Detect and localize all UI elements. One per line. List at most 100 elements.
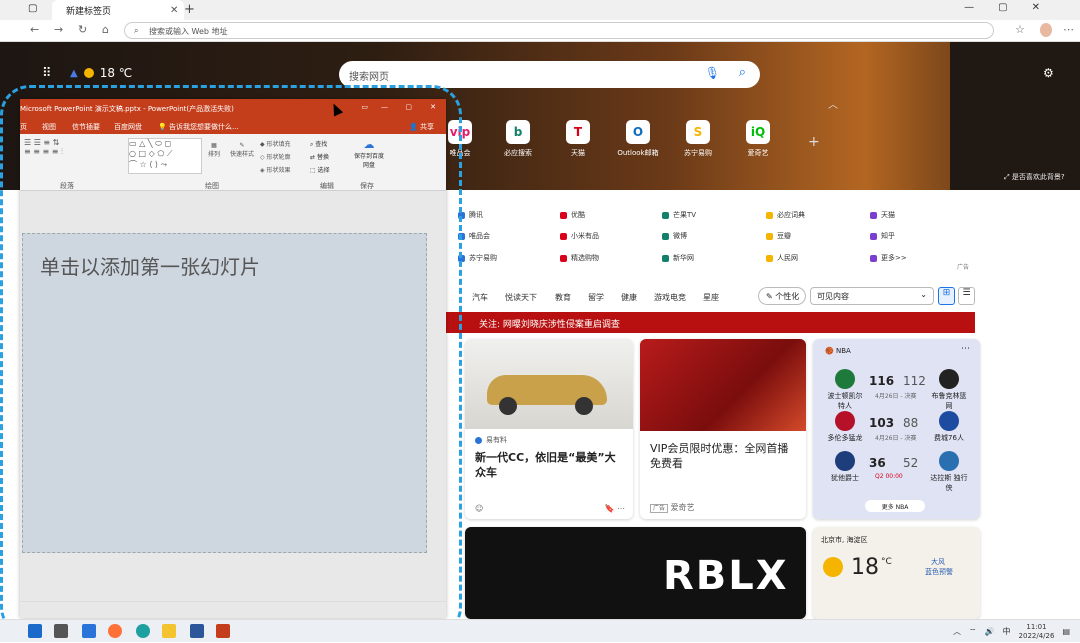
feed-category-tab[interactable]: 健康 (621, 292, 637, 303)
quick-link-label: 天猫 (881, 210, 895, 220)
team-logo-icon (939, 369, 959, 389)
chevron-up-icon[interactable]: ︿ (953, 626, 961, 637)
like-background-link[interactable]: ⤢ 是否喜欢此背景? (1004, 172, 1065, 182)
volume-icon[interactable]: 🔊 (985, 627, 995, 636)
search-input[interactable]: 搜索网页 🎙 ⌕ (339, 61, 760, 88)
forward-icon[interactable]: → (54, 23, 63, 36)
more-icon[interactable]: ⋯ (1063, 23, 1074, 36)
rblx-logo-text: RBLX (663, 553, 789, 599)
search-icon[interactable]: ⌕ (739, 65, 746, 80)
team-name: 犹他爵士 (825, 473, 865, 483)
quick-link[interactable]: 精选购物 (560, 253, 599, 263)
feed-category-tab[interactable]: 教育 (555, 292, 571, 303)
nba-scores-card[interactable]: 🏀 NBA ⋯ 波士顿凯尔特人布鲁克林篮网1161124月26日 - 决赛多伦多… (813, 339, 980, 519)
card-more-icon[interactable]: ⋯ (961, 344, 970, 354)
ime-indicator[interactable]: 中 (1003, 626, 1011, 637)
blue-warning[interactable]: 蓝色预警 (925, 567, 953, 577)
visible-content-select[interactable]: 可见内容 ⌄ (810, 287, 934, 305)
feed-category-tab[interactable]: 汽车 (472, 292, 488, 303)
close-window-icon[interactable]: ✕ (1032, 2, 1040, 13)
maximize-icon[interactable]: ▢ (998, 2, 1007, 13)
news-card-car[interactable]: 易有料 新一代CC，依旧是“最美”大众车 ☺ 🔖 ⋯ (465, 339, 633, 519)
reaction-icon[interactable]: ☺ (475, 504, 483, 513)
notification-icon[interactable]: ▤ (1062, 627, 1070, 636)
quick-link[interactable]: 天猫 (870, 210, 895, 220)
quick-link[interactable]: 芒果TV (662, 210, 696, 220)
widgets-icon[interactable] (82, 624, 96, 638)
link-icon (870, 233, 877, 240)
task-view-icon[interactable] (54, 624, 68, 638)
headline-banner[interactable]: 关注: 网曝刘晓庆涉性侵案重启调查 (445, 312, 975, 333)
quick-link[interactable]: 新华网 (662, 253, 694, 263)
powerpoint-icon[interactable] (216, 624, 230, 638)
shortcut-tile[interactable]: b必应搜索 (488, 120, 548, 158)
word-icon[interactable] (190, 624, 204, 638)
avatar[interactable] (1040, 23, 1052, 37)
card-more-icon[interactable]: ⋯ (617, 504, 625, 513)
nba-game-row[interactable]: 多伦多猛龙费城76人103884月26日 - 决赛 (813, 411, 980, 451)
feed-category-tab[interactable]: 悦读天下 (505, 292, 537, 303)
car-image (465, 339, 633, 429)
quick-link[interactable]: 苏宁易购 (458, 253, 497, 263)
taskbar: ︿ ⌔ 🔊 中 11:01 2022/4/26 ▤ (0, 619, 1080, 642)
gear-icon[interactable]: ⚙ (1043, 66, 1054, 80)
ad-card-vip[interactable]: VIP会员限时优惠：全网首播免费看 广告 爱奇艺 (640, 339, 806, 519)
game-status: 4月26日 - 决赛 (875, 391, 916, 400)
quick-link[interactable]: 豆瓣 (766, 231, 791, 241)
source-icon (475, 437, 482, 444)
new-tab-button[interactable]: + (184, 2, 195, 17)
start-icon[interactable] (28, 624, 42, 638)
edge-icon[interactable] (136, 624, 150, 638)
favorites-icon[interactable]: ☆ (1015, 23, 1025, 36)
quick-link[interactable]: 优酷 (560, 210, 585, 220)
wind-alert[interactable]: 大风 (931, 557, 945, 567)
tab-new-tab[interactable]: 新建标签页 ✕ (52, 0, 184, 20)
bookmark-icon[interactable]: 🔖 (604, 504, 614, 513)
quick-link[interactable]: 更多>> (870, 253, 907, 263)
feed-category-tab[interactable]: 星座 (703, 292, 719, 303)
add-tile-button[interactable]: + (808, 134, 820, 150)
quick-link[interactable]: 小米有品 (560, 231, 599, 241)
quick-link[interactable]: 微博 (662, 231, 687, 241)
network-icon[interactable]: ⌔ (969, 627, 977, 637)
chevron-up-icon[interactable]: ︿ (828, 96, 838, 111)
clock-time: 11:01 (1019, 623, 1055, 632)
feed-category-tab[interactable]: 留学 (588, 292, 604, 303)
quick-link[interactable]: 必应词典 (766, 210, 805, 220)
feed-category-tab[interactable]: 游戏电竞 (654, 292, 686, 303)
refresh-icon[interactable]: ↻ (78, 23, 87, 36)
more-nba-button[interactable]: 更多 NBA (865, 500, 925, 512)
quick-link-label: 人民网 (777, 253, 798, 263)
nba-game-row[interactable]: 犹他爵士达拉斯 独行侠3652Q2 00:00 (813, 451, 980, 491)
team-name: 布鲁克林篮网 (929, 391, 969, 411)
address-bar[interactable]: ⌕ 搜索或输入 Web 地址 (124, 22, 994, 39)
personalize-button[interactable]: ✎ 个性化 (758, 287, 806, 305)
clock[interactable]: 11:01 2022/4/26 (1019, 623, 1055, 641)
close-icon[interactable]: ✕ (170, 5, 184, 16)
news-card-rblx[interactable]: RBLX (465, 527, 806, 619)
link-icon (766, 212, 773, 219)
quick-link[interactable]: 人民网 (766, 253, 798, 263)
apps-grid-icon[interactable]: ⠿ (42, 66, 52, 81)
minimize-icon[interactable]: — (964, 2, 974, 13)
weather-card[interactable]: 北京市, 海淀区 18 °C 大风 蓝色预警 (813, 527, 980, 619)
back-icon[interactable]: ← (30, 23, 39, 36)
list-view-button[interactable]: ☰ (958, 287, 975, 305)
microphone-icon[interactable]: 🎙 (705, 66, 720, 80)
quick-link[interactable]: 唯品会 (458, 231, 490, 241)
quick-link-label: 更多>> (881, 253, 907, 263)
weather-widget[interactable]: ▲ 18 ℃ (70, 66, 132, 80)
firefox-icon[interactable] (108, 624, 122, 638)
shortcut-tile[interactable]: OOutlook邮箱 (608, 120, 668, 158)
nba-game-row[interactable]: 波士顿凯尔特人布鲁克林篮网1161124月26日 - 决赛 (813, 369, 980, 409)
shortcut-tile[interactable]: T天猫 (548, 120, 608, 158)
shortcut-tile[interactable]: iQ爱奇艺 (728, 120, 788, 158)
tab-actions-icon[interactable]: ▢ (28, 3, 37, 14)
file-explorer-icon[interactable] (162, 624, 176, 638)
home-icon[interactable]: ⌂ (102, 23, 109, 36)
grid-view-button[interactable]: ⊞ (938, 287, 955, 305)
shortcut-tile[interactable]: S苏宁易购 (668, 120, 728, 158)
address-placeholder: 搜索或输入 Web 地址 (149, 27, 228, 36)
quick-link[interactable]: 知乎 (870, 231, 895, 241)
quick-links-panel (445, 198, 977, 276)
